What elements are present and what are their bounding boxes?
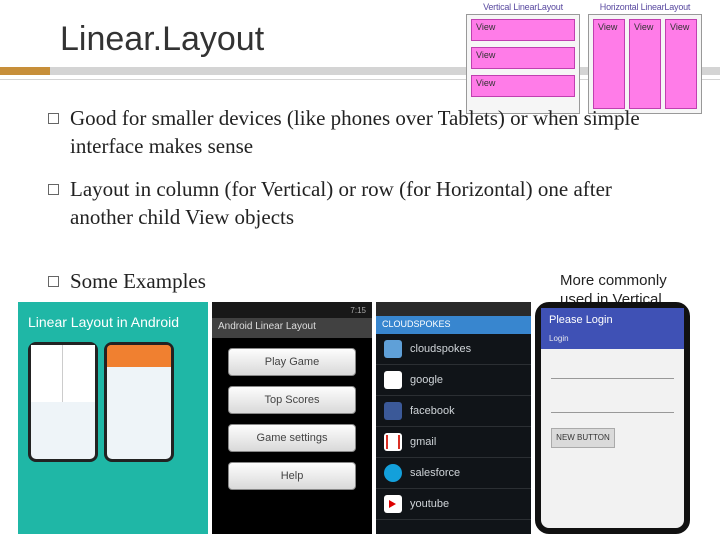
list-item-label: google bbox=[410, 374, 443, 386]
example-4-appbar: Please Login bbox=[541, 308, 684, 334]
list-item-label: salesforce bbox=[410, 467, 460, 479]
example-1-banner: Linear Layout in Android bbox=[18, 302, 208, 342]
example-2-button: Top Scores bbox=[228, 386, 356, 414]
example-4: Please Login Login NEW BUTTON bbox=[535, 302, 690, 534]
example-4-field bbox=[551, 394, 674, 413]
list-item: cloudspokes bbox=[376, 334, 531, 365]
example-3-header: CLOUDSPOKES bbox=[376, 316, 531, 334]
list-item: gmail bbox=[376, 427, 531, 458]
example-3: CLOUDSPOKES cloudspokes google facebook … bbox=[376, 302, 531, 534]
example-1: Linear Layout in Android bbox=[18, 302, 208, 534]
bullet-list: Some Examples bbox=[48, 267, 672, 295]
bullet-item: Good for smaller devices (like phones ov… bbox=[48, 104, 672, 161]
example-1-phone-a bbox=[28, 342, 98, 462]
example-2-button: Play Game bbox=[228, 348, 356, 376]
example-2: 7:15 Android Linear Layout Play Game Top… bbox=[212, 302, 372, 534]
salesforce-icon bbox=[384, 464, 402, 482]
example-4-field bbox=[551, 360, 674, 379]
diagram-view-block: View bbox=[471, 19, 575, 41]
google-icon bbox=[384, 371, 402, 389]
facebook-icon bbox=[384, 402, 402, 420]
gmail-icon bbox=[384, 433, 402, 451]
example-2-titlebar: Android Linear Layout bbox=[212, 318, 372, 338]
list-item-label: youtube bbox=[410, 498, 449, 510]
list-item: salesforce bbox=[376, 458, 531, 489]
example-3-statusbar bbox=[376, 302, 531, 316]
list-item-label: cloudspokes bbox=[410, 343, 471, 355]
horizontal-diagram-label: Horizontal LinearLayout bbox=[588, 2, 702, 12]
example-4-subtitle: Login bbox=[541, 334, 684, 349]
list-item-label: facebook bbox=[410, 405, 455, 417]
list-item: facebook bbox=[376, 396, 531, 427]
example-4-button: NEW BUTTON bbox=[551, 428, 615, 448]
youtube-icon bbox=[384, 495, 402, 513]
example-2-button: Help bbox=[228, 462, 356, 490]
list-item: google bbox=[376, 365, 531, 396]
list-item: youtube bbox=[376, 489, 531, 520]
status-time: 7:15 bbox=[350, 306, 366, 315]
bullet-item: Some Examples bbox=[48, 267, 672, 295]
bullet-list: Good for smaller devices (like phones ov… bbox=[48, 104, 672, 231]
example-2-button: Game settings bbox=[228, 424, 356, 452]
example-1-phone-b bbox=[104, 342, 174, 462]
vertical-diagram-label: Vertical LinearLayout bbox=[466, 2, 580, 12]
list-item-label: gmail bbox=[410, 436, 436, 448]
diagram-view-block: View bbox=[471, 47, 575, 69]
examples-row: Linear Layout in Android 7:15 Android Li… bbox=[18, 302, 710, 534]
cloudspokes-icon bbox=[384, 340, 402, 358]
example-3-list: cloudspokes google facebook gmail salesf… bbox=[376, 334, 531, 534]
example-2-statusbar: 7:15 bbox=[212, 302, 372, 318]
bullet-item: Layout in column (for Vertical) or row (… bbox=[48, 175, 672, 232]
